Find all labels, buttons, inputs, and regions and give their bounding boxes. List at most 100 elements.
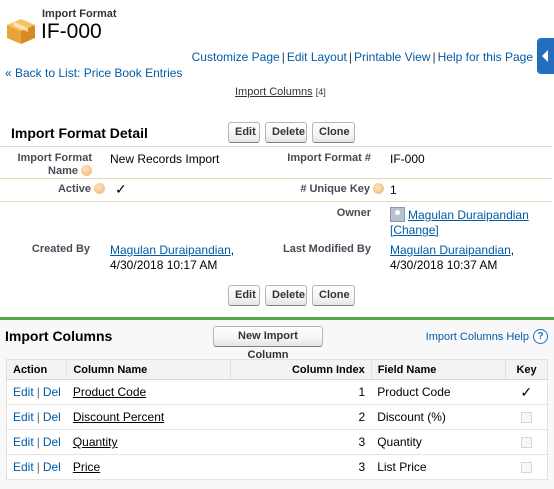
object-type-label: Import Format bbox=[42, 8, 117, 20]
last-modified-by-value: Magulan Duraipandian, 4/30/2018 10:37 AM bbox=[390, 243, 515, 272]
column-header-action[interactable]: Action bbox=[6, 359, 68, 380]
clone-button[interactable]: Clone bbox=[312, 122, 355, 143]
table-row: Edit | Del Discount Percent 2 Discount (%) bbox=[6, 404, 548, 430]
package-box-icon bbox=[7, 19, 35, 44]
record-name: IF-000 bbox=[41, 20, 102, 43]
edit-button-bottom[interactable]: Edit bbox=[228, 285, 260, 306]
last-modified-by-label: Last Modified By bbox=[282, 243, 371, 255]
created-by-value: Magulan Duraipandian, 4/30/2018 10:17 AM bbox=[110, 243, 235, 272]
column-name-link[interactable]: Discount Percent bbox=[73, 410, 164, 424]
edit-button[interactable]: Edit bbox=[228, 122, 260, 143]
import-columns-table: Action Column Name Column Index Field Na… bbox=[6, 359, 548, 480]
row-edit-link[interactable]: Edit bbox=[13, 410, 34, 424]
import-columns-link[interactable]: Import Columns bbox=[235, 86, 313, 98]
action-separator: | bbox=[36, 460, 40, 474]
clone-button-bottom[interactable]: Clone bbox=[312, 285, 355, 306]
row-edit-link[interactable]: Edit bbox=[13, 435, 34, 449]
row-key bbox=[505, 404, 548, 430]
row-key: ✓ bbox=[505, 379, 548, 405]
row-key bbox=[505, 429, 548, 455]
table-row: Edit | Del Quantity 3 Quantity bbox=[6, 429, 548, 455]
created-by-link[interactable]: Magulan Duraipandian bbox=[110, 243, 231, 257]
help-question-icon[interactable]: ? bbox=[533, 329, 548, 344]
row-field-name: Quantity bbox=[371, 429, 506, 455]
column-header-field-name[interactable]: Field Name bbox=[371, 359, 507, 380]
row-column-name: Product Code bbox=[66, 379, 231, 405]
table-header-row: Action Column Name Column Index Field Na… bbox=[6, 359, 548, 380]
import-columns-related-list: Import Columns New Import Column Import … bbox=[0, 317, 554, 489]
row-field-name: List Price bbox=[371, 454, 506, 480]
import-format-name-label: Import Format Name bbox=[17, 152, 92, 177]
customize-page-link[interactable]: Customize Page bbox=[192, 50, 280, 64]
table-row: Edit | Del Product Code 1 Product Code ✓ bbox=[6, 379, 548, 405]
row-column-name: Quantity bbox=[66, 429, 231, 455]
row-actions: Edit | Del bbox=[6, 454, 67, 480]
unique-key-label: # Unique Key bbox=[270, 183, 384, 195]
back-to-list-link[interactable]: « Back to List: Price Book Entries bbox=[5, 66, 182, 80]
user-avatar-icon bbox=[390, 207, 405, 222]
import-columns-help-link[interactable]: Import Columns Help bbox=[426, 331, 529, 343]
row-actions: Edit | Del bbox=[6, 379, 67, 405]
row-key bbox=[505, 454, 548, 480]
detail-section-title: Import Format Detail bbox=[11, 125, 148, 141]
row-column-index: 2 bbox=[230, 404, 372, 430]
sidebar-toggle-tab[interactable] bbox=[537, 38, 554, 74]
owner-label: Owner bbox=[336, 207, 371, 219]
row-delete-link[interactable]: Del bbox=[43, 435, 61, 449]
row-actions: Edit | Del bbox=[6, 404, 67, 430]
row-field-name: Product Code bbox=[371, 379, 506, 405]
column-header-key[interactable]: Key bbox=[505, 359, 548, 380]
column-name-link[interactable]: Quantity bbox=[73, 435, 118, 449]
row-column-index: 3 bbox=[230, 429, 372, 455]
owner-name-link[interactable]: Magulan Duraipandian bbox=[408, 208, 529, 222]
row-delete-link[interactable]: Del bbox=[43, 460, 61, 474]
page-links: Customize Page | Edit Layout | Printable Vie… bbox=[191, 50, 533, 64]
active-checkmark-icon: ✓ bbox=[115, 181, 127, 197]
active-label: Active bbox=[10, 183, 105, 195]
import-columns-count: [4] bbox=[315, 87, 326, 97]
row-edit-link[interactable]: Edit bbox=[13, 460, 34, 474]
created-date: 4/30/2018 10:17 AM bbox=[110, 258, 218, 272]
action-separator: | bbox=[36, 435, 40, 449]
modified-by-link[interactable]: Magulan Duraipandian bbox=[390, 243, 511, 257]
key-checkmark-icon: ✓ bbox=[520, 383, 533, 400]
delete-button[interactable]: Delete bbox=[265, 122, 307, 143]
table-row: Edit | Del Price 3 List Price bbox=[6, 454, 548, 480]
created-by-label: Created By bbox=[31, 243, 90, 255]
key-checkbox-unchecked bbox=[520, 462, 532, 474]
help-bubble-icon[interactable] bbox=[373, 183, 384, 194]
row-delete-link[interactable]: Del bbox=[43, 410, 61, 424]
delete-button-bottom[interactable]: Delete bbox=[265, 285, 307, 306]
action-separator: | bbox=[36, 385, 40, 399]
unique-key-value: 1 bbox=[390, 183, 397, 197]
modified-date: 4/30/2018 10:37 AM bbox=[390, 258, 498, 272]
key-checkbox-unchecked bbox=[520, 437, 532, 449]
related-list-title: Import Columns bbox=[5, 328, 113, 344]
row-actions: Edit | Del bbox=[6, 429, 67, 455]
key-checkbox-unchecked bbox=[520, 412, 532, 424]
row-edit-link[interactable]: Edit bbox=[13, 385, 34, 399]
column-name-link[interactable]: Price bbox=[73, 460, 100, 474]
column-header-column-index[interactable]: Column Index bbox=[230, 359, 372, 380]
action-separator: | bbox=[36, 410, 40, 424]
related-list-hover-link: Import Columns [4] bbox=[235, 86, 326, 98]
column-name-link[interactable]: Product Code bbox=[73, 385, 146, 399]
column-header-column-name[interactable]: Column Name bbox=[66, 359, 232, 380]
import-format-name-value: New Records Import bbox=[110, 152, 220, 166]
help-bubble-icon[interactable] bbox=[94, 183, 105, 194]
row-column-name: Discount Percent bbox=[66, 404, 231, 430]
import-format-number-label: Import Format # bbox=[287, 152, 371, 164]
row-delete-link[interactable]: Del bbox=[43, 385, 61, 399]
import-format-number-value: IF-000 bbox=[390, 152, 425, 166]
row-column-index: 3 bbox=[230, 454, 372, 480]
owner-change-link[interactable]: [Change] bbox=[390, 223, 439, 237]
row-column-index: 1 bbox=[230, 379, 372, 405]
row-field-name: Discount (%) bbox=[371, 404, 506, 430]
row-column-name: Price bbox=[66, 454, 231, 480]
owner-value: Magulan Duraipandian [Change] bbox=[390, 207, 530, 238]
new-import-column-button[interactable]: New Import Column bbox=[213, 326, 323, 361]
help-bubble-icon[interactable] bbox=[81, 165, 92, 176]
help-page-link[interactable]: Help for this Page bbox=[438, 50, 533, 64]
printable-view-link[interactable]: Printable View bbox=[354, 50, 431, 64]
edit-layout-link[interactable]: Edit Layout bbox=[287, 50, 347, 64]
